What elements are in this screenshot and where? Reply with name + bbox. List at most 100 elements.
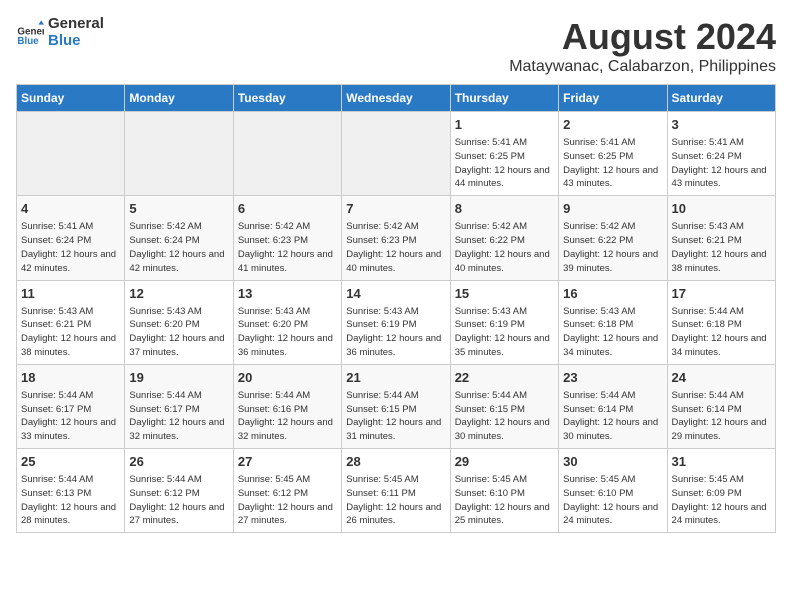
day-detail: Sunrise: 5:44 AMSunset: 6:12 PMDaylight:… — [129, 473, 228, 528]
day-detail: Sunrise: 5:42 AMSunset: 6:22 PMDaylight:… — [563, 220, 662, 275]
day-cell: 29Sunrise: 5:45 AMSunset: 6:10 PMDayligh… — [450, 449, 558, 533]
day-detail: Sunrise: 5:44 AMSunset: 6:14 PMDaylight:… — [563, 389, 662, 444]
header: General Blue General Blue August 2024 Ma… — [16, 16, 776, 76]
day-cell: 4 Sunrise: 5:41 AMSunset: 6:24 PMDaylight… — [17, 196, 125, 280]
month-year: August 2024 — [509, 16, 776, 58]
day-number: 30 — [563, 453, 662, 471]
day-number: 26 — [129, 453, 228, 471]
day-number: 21 — [346, 369, 445, 387]
day-cell: 22 Sunrise: 5:44 AMSunset: 6:15 PMDayligh… — [450, 364, 558, 448]
day-cell: 12 Sunrise: 5:43 AMSunset: 6:20 PMDayligh… — [125, 280, 233, 364]
day-detail: Sunrise: 5:45 AMSunset: 6:10 PMDaylight:… — [455, 473, 554, 528]
day-cell — [342, 112, 450, 196]
day-detail: Sunrise: 5:45 AMSunset: 6:11 PMDaylight:… — [346, 473, 445, 528]
day-detail: Sunrise: 5:44 AMSunset: 6:15 PMDaylight:… — [346, 389, 445, 444]
logo-blue: Blue — [48, 33, 104, 50]
day-number: 22 — [455, 369, 554, 387]
day-detail: Sunrise: 5:44 AMSunset: 6:18 PMDaylight:… — [672, 305, 771, 360]
day-detail: Sunrise: 5:44 AMSunset: 6:17 PMDaylight:… — [21, 389, 120, 444]
day-number: 13 — [238, 285, 337, 303]
day-number: 20 — [238, 369, 337, 387]
day-cell: 31 Sunrise: 5:45 AMSunset: 6:09 PMDayligh… — [667, 449, 775, 533]
day-detail: Sunrise: 5:45 AMSunset: 6:12 PMDaylight:… — [238, 473, 337, 528]
day-detail: Sunrise: 5:43 AMSunset: 6:18 PMDaylight:… — [563, 305, 662, 360]
day-detail: Sunrise: 5:44 AMSunset: 6:15 PMDaylight:… — [455, 389, 554, 444]
day-detail: Sunrise: 5:41 AMSunset: 6:25 PMDaylight:… — [563, 136, 662, 191]
day-cell — [125, 112, 233, 196]
day-number: 17 — [672, 285, 771, 303]
day-number: 3 — [672, 116, 771, 134]
day-cell: 20Sunrise: 5:44 AMSunset: 6:16 PMDayligh… — [233, 364, 341, 448]
title-area: August 2024 Mataywanac, Calabarzon, Phil… — [509, 16, 776, 76]
day-detail: Sunrise: 5:42 AMSunset: 6:24 PMDaylight:… — [129, 220, 228, 275]
day-number: 8 — [455, 200, 554, 218]
day-detail: Sunrise: 5:43 AMSunset: 6:19 PMDaylight:… — [455, 305, 554, 360]
day-detail: Sunrise: 5:42 AMSunset: 6:23 PMDaylight:… — [346, 220, 445, 275]
logo-general: General — [48, 16, 104, 33]
day-number: 24 — [672, 369, 771, 387]
day-number: 6 — [238, 200, 337, 218]
column-header-saturday: Saturday — [667, 85, 775, 112]
column-header-tuesday: Tuesday — [233, 85, 341, 112]
day-detail: Sunrise: 5:43 AMSunset: 6:20 PMDaylight:… — [129, 305, 228, 360]
svg-text:Blue: Blue — [17, 36, 39, 47]
day-number: 16 — [563, 285, 662, 303]
day-cell: 8 Sunrise: 5:42 AMSunset: 6:22 PMDaylight… — [450, 196, 558, 280]
day-detail: Sunrise: 5:43 AMSunset: 6:19 PMDaylight:… — [346, 305, 445, 360]
day-number: 1 — [455, 116, 554, 134]
column-header-monday: Monday — [125, 85, 233, 112]
day-number: 27 — [238, 453, 337, 471]
day-number: 25 — [21, 453, 120, 471]
day-detail: Sunrise: 5:44 AMSunset: 6:14 PMDaylight:… — [672, 389, 771, 444]
calendar-header: SundayMondayTuesdayWednesdayThursdayFrid… — [17, 85, 776, 112]
day-detail: Sunrise: 5:44 AMSunset: 6:17 PMDaylight:… — [129, 389, 228, 444]
day-cell: 27 Sunrise: 5:45 AMSunset: 6:12 PMDayligh… — [233, 449, 341, 533]
day-cell: 24 Sunrise: 5:44 AMSunset: 6:14 PMDayligh… — [667, 364, 775, 448]
day-number: 9 — [563, 200, 662, 218]
day-detail: Sunrise: 5:41 AMSunset: 6:25 PMDaylight:… — [455, 136, 554, 191]
day-number: 11 — [21, 285, 120, 303]
day-cell: 3Sunrise: 5:41 AMSunset: 6:24 PMDaylight… — [667, 112, 775, 196]
week-row-5: 25 Sunrise: 5:44 AMSunset: 6:13 PMDayligh… — [17, 449, 776, 533]
day-number: 23 — [563, 369, 662, 387]
day-cell: 2 Sunrise: 5:41 AMSunset: 6:25 PMDaylight… — [559, 112, 667, 196]
day-cell: 16 Sunrise: 5:43 AMSunset: 6:18 PMDayligh… — [559, 280, 667, 364]
day-cell — [233, 112, 341, 196]
day-number: 4 — [21, 200, 120, 218]
day-cell: 9 Sunrise: 5:42 AMSunset: 6:22 PMDaylight… — [559, 196, 667, 280]
day-number: 2 — [563, 116, 662, 134]
day-detail: Sunrise: 5:41 AMSunset: 6:24 PMDaylight:… — [21, 220, 120, 275]
day-cell: 30 Sunrise: 5:45 AMSunset: 6:10 PMDayligh… — [559, 449, 667, 533]
day-detail: Sunrise: 5:42 AMSunset: 6:22 PMDaylight:… — [455, 220, 554, 275]
calendar-table: SundayMondayTuesdayWednesdayThursdayFrid… — [16, 84, 776, 533]
day-cell: 14 Sunrise: 5:43 AMSunset: 6:19 PMDayligh… — [342, 280, 450, 364]
day-cell: 23 Sunrise: 5:44 AMSunset: 6:14 PMDayligh… — [559, 364, 667, 448]
day-number: 12 — [129, 285, 228, 303]
day-number: 28 — [346, 453, 445, 471]
column-header-friday: Friday — [559, 85, 667, 112]
logo-icon: General Blue — [16, 19, 44, 47]
day-cell: 15Sunrise: 5:43 AMSunset: 6:19 PMDayligh… — [450, 280, 558, 364]
day-detail: Sunrise: 5:45 AMSunset: 6:10 PMDaylight:… — [563, 473, 662, 528]
day-cell: 6Sunrise: 5:42 AMSunset: 6:23 PMDaylight… — [233, 196, 341, 280]
day-detail: Sunrise: 5:44 AMSunset: 6:13 PMDaylight:… — [21, 473, 120, 528]
location: Mataywanac, Calabarzon, Philippines — [509, 58, 776, 76]
day-number: 31 — [672, 453, 771, 471]
day-cell: 17 Sunrise: 5:44 AMSunset: 6:18 PMDayligh… — [667, 280, 775, 364]
day-cell: 26 Sunrise: 5:44 AMSunset: 6:12 PMDayligh… — [125, 449, 233, 533]
day-cell: 5 Sunrise: 5:42 AMSunset: 6:24 PMDaylight… — [125, 196, 233, 280]
day-cell: 11Sunrise: 5:43 AMSunset: 6:21 PMDayligh… — [17, 280, 125, 364]
column-header-wednesday: Wednesday — [342, 85, 450, 112]
day-cell: 28 Sunrise: 5:45 AMSunset: 6:11 PMDayligh… — [342, 449, 450, 533]
day-number: 18 — [21, 369, 120, 387]
day-cell: 25 Sunrise: 5:44 AMSunset: 6:13 PMDayligh… — [17, 449, 125, 533]
day-number: 14 — [346, 285, 445, 303]
day-cell: 7 Sunrise: 5:42 AMSunset: 6:23 PMDaylight… — [342, 196, 450, 280]
day-number: 7 — [346, 200, 445, 218]
week-row-1: 1 Sunrise: 5:41 AMSunset: 6:25 PMDaylight… — [17, 112, 776, 196]
day-number: 5 — [129, 200, 228, 218]
day-cell: 13Sunrise: 5:43 AMSunset: 6:20 PMDayligh… — [233, 280, 341, 364]
day-cell: 1 Sunrise: 5:41 AMSunset: 6:25 PMDaylight… — [450, 112, 558, 196]
day-detail: Sunrise: 5:45 AMSunset: 6:09 PMDaylight:… — [672, 473, 771, 528]
day-cell: 21 Sunrise: 5:44 AMSunset: 6:15 PMDayligh… — [342, 364, 450, 448]
